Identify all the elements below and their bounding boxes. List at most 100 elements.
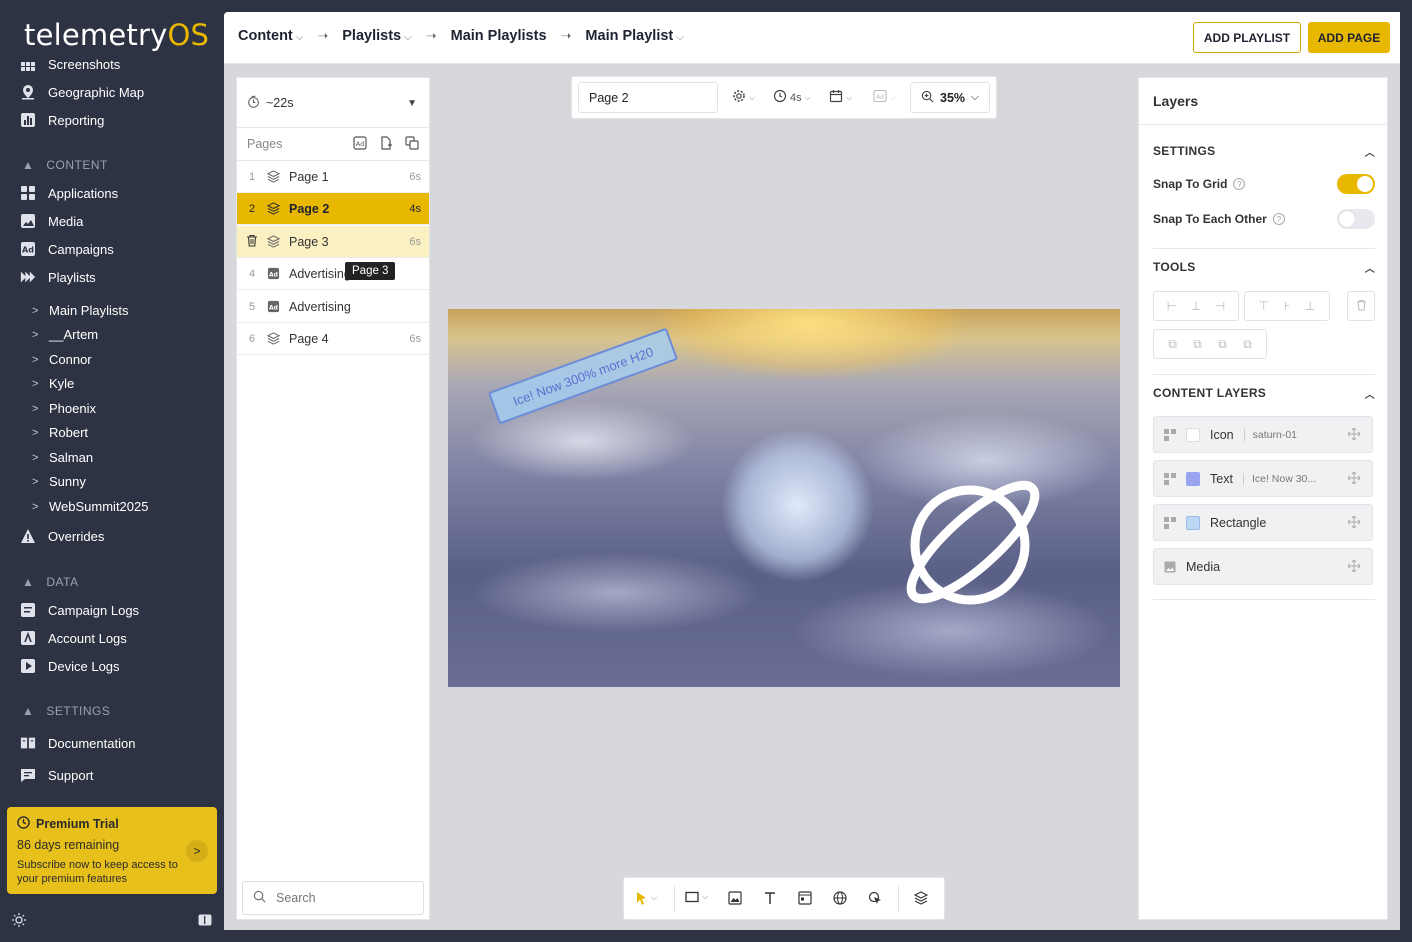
duration-dropdown[interactable]: ~22s ▼ bbox=[237, 78, 429, 128]
align-left-icon[interactable]: ⊢ bbox=[1167, 299, 1177, 313]
brand-logo[interactable]: telemetryOS bbox=[24, 18, 209, 52]
layers-tool[interactable] bbox=[914, 891, 928, 905]
crumb-main-playlist[interactable]: Main Playlist ⌵ bbox=[585, 28, 683, 44]
image-tool[interactable] bbox=[728, 891, 742, 905]
playlist-item[interactable]: > Robert bbox=[32, 425, 88, 440]
nav-account-logs[interactable]: Account Logs bbox=[20, 627, 127, 649]
playlist-item[interactable]: > Sunny bbox=[32, 474, 86, 489]
layers-title: Layers bbox=[1139, 78, 1387, 125]
content-layers-section[interactable]: CONTENT LAYERS ︿ bbox=[1153, 386, 1375, 401]
playlist-item[interactable]: > Main Playlists bbox=[32, 303, 128, 318]
page-row[interactable]: 6 Page 4 6s bbox=[237, 323, 429, 355]
page-name-input[interactable]: Page 2 bbox=[578, 82, 718, 113]
web-tool[interactable] bbox=[833, 891, 847, 905]
page-duration: 6s bbox=[409, 235, 421, 248]
playlist-item[interactable]: > __Artem bbox=[32, 327, 98, 342]
playlist-item[interactable]: > Kyle bbox=[32, 376, 74, 391]
section-content[interactable]: ▲ CONTENT bbox=[22, 158, 108, 172]
page-row[interactable]: 1 Page 1 6s bbox=[237, 161, 429, 193]
theme-toggle-icon[interactable] bbox=[12, 913, 26, 930]
playlist-item[interactable]: > Phoenix bbox=[32, 401, 96, 416]
page-row[interactable]: 5 Ad Advertising bbox=[237, 291, 429, 323]
saturn-icon[interactable] bbox=[888, 467, 1058, 617]
search-input[interactable]: Search bbox=[242, 881, 424, 915]
delete-layer-button[interactable] bbox=[1347, 291, 1375, 321]
move-icon[interactable] bbox=[1347, 471, 1361, 487]
help-icon[interactable]: ? bbox=[1233, 178, 1246, 190]
page-row[interactable]: 2 Page 2 4s bbox=[237, 193, 429, 225]
align-top-icon[interactable]: ⊤ bbox=[1258, 299, 1268, 313]
chevron-right-icon[interactable]: > bbox=[186, 840, 208, 862]
nav-applications[interactable]: Applications bbox=[20, 182, 118, 204]
crumb-playlists[interactable]: Playlists ⌵ bbox=[342, 28, 411, 44]
nav-campaigns[interactable]: Ad Campaigns bbox=[20, 238, 114, 260]
add-ad-icon[interactable]: Ad bbox=[353, 136, 367, 153]
help-icon[interactable]: ? bbox=[1272, 213, 1285, 225]
design-canvas[interactable]: Ice! Now 300% more H20 bbox=[448, 309, 1120, 687]
crumb-main-playlists[interactable]: Main Playlists bbox=[451, 28, 547, 44]
align-bottom-icon[interactable]: ⊥ bbox=[1305, 299, 1315, 313]
page-number: 6 bbox=[248, 332, 256, 345]
chevron-down-icon: ⌵ bbox=[676, 32, 684, 43]
premium-trial-card[interactable]: Premium Trial 86 days remaining Subscrib… bbox=[7, 807, 217, 894]
move-icon[interactable] bbox=[1347, 559, 1361, 575]
snap-to-each-other-toggle[interactable] bbox=[1337, 209, 1375, 229]
playlist-item[interactable]: > Salman bbox=[32, 450, 93, 465]
tools-section[interactable]: TOOLS ︿ bbox=[1153, 260, 1375, 275]
duplicate-icon[interactable] bbox=[405, 136, 419, 153]
interactive-tool[interactable] bbox=[868, 891, 883, 906]
section-settings[interactable]: ▲ SETTINGS bbox=[22, 704, 110, 718]
nav-support[interactable]: Support bbox=[20, 764, 94, 786]
nav-media[interactable]: Media bbox=[20, 210, 83, 232]
send-backward-icon[interactable]: ⧉ bbox=[1193, 337, 1202, 352]
settings-section[interactable]: SETTINGS ︿ bbox=[1153, 144, 1375, 159]
snap-to-grid-toggle[interactable] bbox=[1337, 174, 1375, 194]
layer-row[interactable]: Text Ice! Now 30... bbox=[1153, 460, 1373, 497]
timer-icon bbox=[773, 89, 787, 106]
playlist-item[interactable]: > WebSummit2025 bbox=[32, 499, 148, 514]
nav-documentation[interactable]: Documentation bbox=[20, 732, 135, 754]
nav-label: Support bbox=[48, 767, 94, 783]
nav-overrides[interactable]: Overrides bbox=[20, 525, 104, 547]
zoom-dropdown[interactable]: 35% ⌵ bbox=[910, 82, 990, 113]
page-label: Page 1 bbox=[289, 169, 329, 184]
bring-front-icon[interactable]: ⧉ bbox=[1218, 337, 1227, 352]
move-icon[interactable] bbox=[1347, 427, 1361, 443]
align-middle-icon[interactable]: ⊦ bbox=[1284, 299, 1290, 313]
nav-reporting[interactable]: Reporting bbox=[20, 109, 104, 131]
layer-row[interactable]: Media bbox=[1153, 548, 1373, 585]
crumb-content[interactable]: Content ⌵ bbox=[238, 28, 303, 44]
add-playlist-button[interactable]: ADD PLAYLIST bbox=[1193, 22, 1301, 53]
schedule-dropdown[interactable]: ⌵ bbox=[829, 89, 852, 106]
bring-forward-icon[interactable]: ⧉ bbox=[1168, 337, 1177, 352]
nav-device-logs[interactable]: Device Logs bbox=[20, 655, 120, 677]
nav-geographic-map[interactable]: Geographic Map bbox=[20, 81, 144, 103]
layer-row[interactable]: Rectangle bbox=[1153, 504, 1373, 541]
send-back-icon[interactable]: ⧉ bbox=[1243, 337, 1252, 352]
app-tool[interactable] bbox=[798, 891, 812, 905]
shape-tool[interactable]: ⌵ bbox=[685, 891, 708, 903]
collapse-sidebar-icon[interactable] bbox=[198, 914, 212, 929]
duration-dropdown[interactable]: 4s ⌵ bbox=[773, 89, 811, 106]
page-row[interactable]: 4 Ad Advertising bbox=[237, 258, 429, 290]
align-center-h-icon[interactable]: ⊥ bbox=[1191, 299, 1201, 313]
playlist-item[interactable]: > Connor bbox=[32, 352, 92, 367]
align-right-icon[interactable]: ⊣ bbox=[1215, 299, 1225, 313]
move-icon[interactable] bbox=[1347, 515, 1361, 531]
add-file-icon[interactable] bbox=[379, 136, 393, 153]
select-tool[interactable]: ⌵ bbox=[636, 891, 657, 905]
section-label: DATA bbox=[46, 575, 79, 589]
page-label: Advertising bbox=[289, 266, 351, 281]
add-page-button[interactable]: ADD PAGE bbox=[1308, 22, 1390, 53]
page-row[interactable]: Page 3 6s bbox=[237, 226, 429, 258]
nav-playlists[interactable]: Playlists bbox=[20, 266, 96, 288]
text-layer[interactable]: Ice! Now 300% more H20 bbox=[487, 327, 679, 425]
page-settings-dropdown[interactable]: ⌵ bbox=[732, 89, 755, 106]
layer-row[interactable]: Icon saturn-01 bbox=[1153, 416, 1373, 453]
text-tool[interactable] bbox=[763, 891, 777, 905]
nav-campaign-logs[interactable]: Campaign Logs bbox=[20, 599, 139, 621]
section-data[interactable]: ▲ DATA bbox=[22, 575, 79, 589]
nav-screenshots[interactable]: Screenshots bbox=[20, 53, 120, 75]
trash-icon[interactable] bbox=[237, 234, 267, 250]
section-label: SETTINGS bbox=[1153, 144, 1216, 158]
